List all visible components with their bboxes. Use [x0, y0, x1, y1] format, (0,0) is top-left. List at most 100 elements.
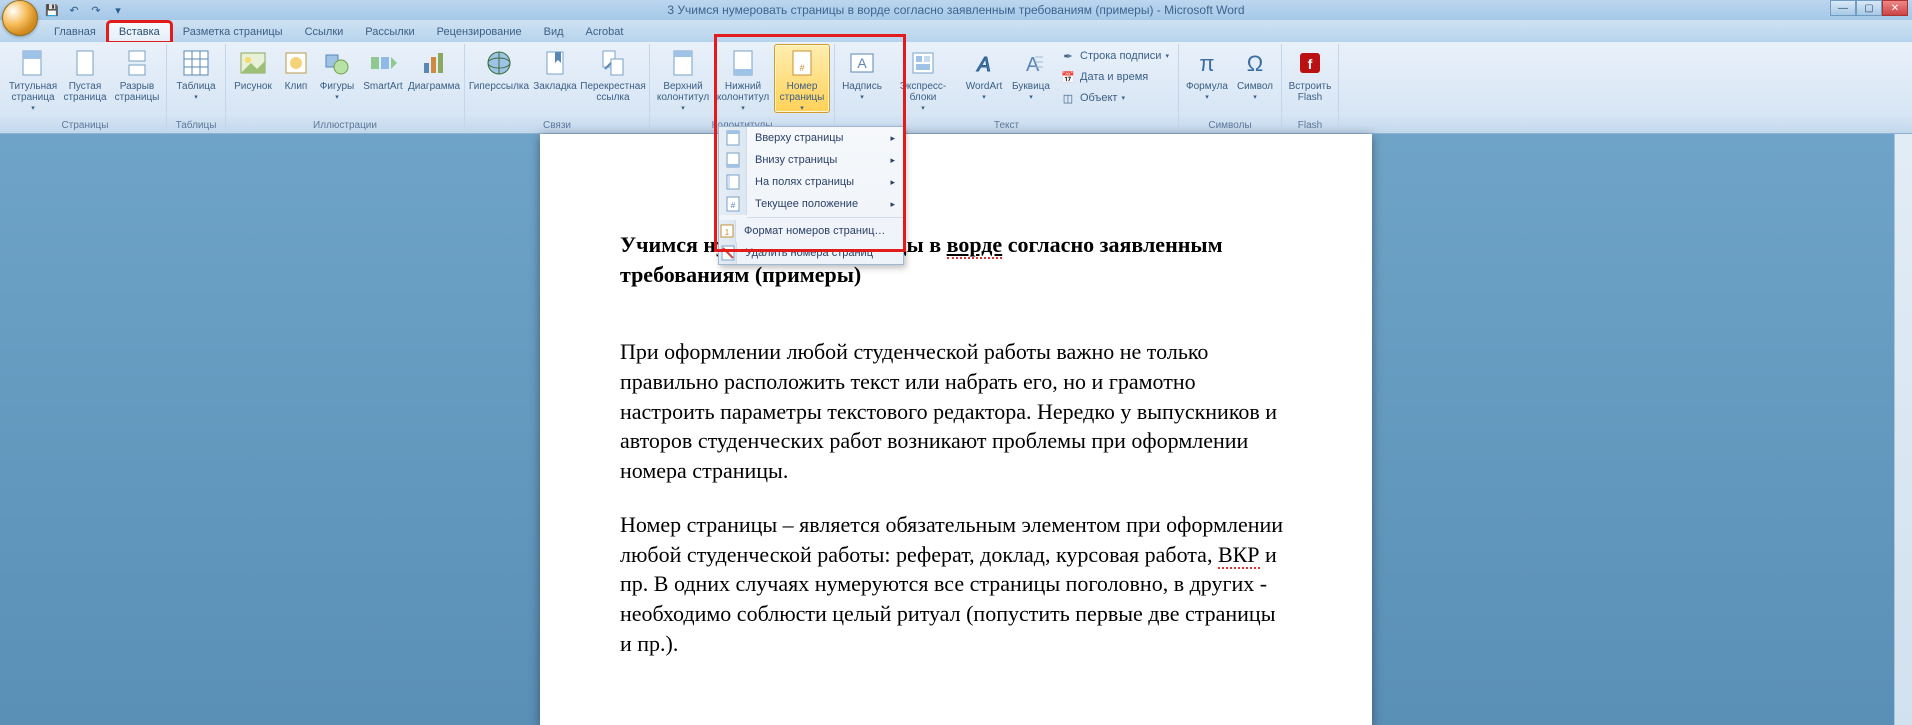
- minimize-button[interactable]: —: [1830, 0, 1856, 16]
- dd-page-margins[interactable]: На полях страницы ▸: [719, 171, 903, 193]
- maximize-button[interactable]: ▢: [1856, 0, 1882, 16]
- calendar-icon: 📅: [1060, 69, 1076, 85]
- chevron-down-icon: ▾: [800, 104, 804, 112]
- ribbon: Титульная страница▾ Пустая страница Разр…: [0, 42, 1912, 134]
- footer-button[interactable]: Нижний колонтитул▾: [714, 44, 772, 113]
- svg-text:A: A: [857, 55, 867, 71]
- crossref-button[interactable]: Перекрестная ссылка: [581, 44, 645, 104]
- chevron-down-icon: ▾: [982, 93, 986, 101]
- signature-icon: ✒: [1060, 48, 1076, 64]
- equation-button[interactable]: π Формула▾: [1183, 44, 1231, 102]
- hyperlink-button[interactable]: Гиперссылка: [469, 44, 529, 93]
- close-button[interactable]: ✕: [1882, 0, 1908, 16]
- save-icon[interactable]: 💾: [44, 2, 60, 18]
- group-tables-label: Таблицы: [171, 119, 221, 133]
- tab-mailings[interactable]: Рассылки: [355, 23, 424, 42]
- chart-button[interactable]: Диаграмма: [408, 44, 460, 93]
- object-icon: ◫: [1060, 90, 1076, 106]
- page-top-icon: [719, 127, 747, 149]
- quickparts-button[interactable]: Экспресс-блоки▾: [887, 44, 959, 113]
- page-margins-icon: [719, 171, 747, 193]
- chevron-down-icon: ▾: [194, 93, 198, 101]
- svg-text:π: π: [1199, 51, 1214, 76]
- svg-text:1: 1: [725, 228, 730, 237]
- doc-paragraph: При оформлении любой студенческой работы…: [620, 337, 1292, 485]
- quickparts-icon: [907, 47, 939, 79]
- tab-insert[interactable]: Вставка: [108, 22, 171, 42]
- hyperlink-icon: [483, 47, 515, 79]
- tab-review[interactable]: Рецензирование: [427, 23, 532, 42]
- flash-icon: f: [1294, 47, 1326, 79]
- table-button[interactable]: Таблица▾: [171, 44, 221, 102]
- format-numbers-icon: 1: [719, 220, 736, 242]
- page-number-button[interactable]: # Номер страницы▾: [774, 44, 830, 113]
- tab-home[interactable]: Главная: [44, 23, 106, 42]
- window-title: 3 Учимся нумеровать страницы в ворде сог…: [667, 3, 1244, 17]
- menu-separator: [747, 217, 903, 218]
- group-illustrations-label: Иллюстрации: [230, 119, 460, 133]
- quick-access-toolbar: 💾 ↶ ↷ ▾: [44, 2, 126, 18]
- dd-current-position[interactable]: # Текущее положение ▸: [719, 193, 903, 215]
- qat-more-icon[interactable]: ▾: [110, 2, 126, 18]
- dd-remove-numbers[interactable]: Удалить номера страниц: [719, 242, 903, 264]
- chevron-down-icon: ▾: [31, 104, 35, 112]
- spelling-underline: ворде: [947, 232, 1003, 259]
- page-break-button[interactable]: Разрыв страницы: [112, 44, 162, 104]
- dropcap-icon: A: [1015, 47, 1047, 79]
- office-button[interactable]: [2, 0, 38, 36]
- group-flash-label: Flash: [1286, 119, 1334, 133]
- shapes-icon: [321, 47, 353, 79]
- table-icon: [180, 47, 212, 79]
- date-time-button[interactable]: 📅Дата и время: [1055, 67, 1174, 87]
- picture-icon: [237, 47, 269, 79]
- tab-page-layout[interactable]: Разметка страницы: [173, 23, 293, 42]
- chart-icon: [418, 47, 450, 79]
- cover-page-button[interactable]: Титульная страница▾: [8, 44, 58, 113]
- vertical-scrollbar[interactable]: [1894, 134, 1912, 725]
- tab-references[interactable]: Ссылки: [295, 23, 354, 42]
- tab-acrobat[interactable]: Acrobat: [576, 23, 634, 42]
- page-number-dropdown: Вверху страницы ▸ Внизу страницы ▸ На по…: [718, 126, 904, 265]
- smartart-button[interactable]: SmartArt: [360, 44, 406, 93]
- chevron-down-icon: ▾: [1029, 93, 1033, 101]
- group-links-label: Связи: [469, 119, 645, 133]
- dd-bottom-of-page[interactable]: Внизу страницы ▸: [719, 149, 903, 171]
- symbol-button[interactable]: Ω Символ▾: [1233, 44, 1277, 102]
- spelling-underline: ВКР: [1218, 542, 1260, 569]
- svg-text:#: #: [799, 63, 804, 73]
- document-page[interactable]: Учимся нумеровать страницы в ворде согла…: [540, 134, 1372, 725]
- wordart-button[interactable]: A WordArt▾: [961, 44, 1007, 102]
- undo-icon[interactable]: ↶: [66, 2, 82, 18]
- textbox-button[interactable]: A Надпись▾: [839, 44, 885, 102]
- smartart-icon: [367, 47, 399, 79]
- crossref-icon: [597, 47, 629, 79]
- group-headerfooter: Верхний колонтитул▾ Нижний колонтитул▾ #…: [650, 44, 835, 133]
- dd-format-numbers[interactable]: 1 Формат номеров страниц…: [719, 220, 903, 242]
- blank-page-button[interactable]: Пустая страница: [60, 44, 110, 104]
- group-pages-label: Страницы: [8, 119, 162, 133]
- svg-text:A: A: [976, 54, 990, 76]
- redo-icon[interactable]: ↷: [88, 2, 104, 18]
- chevron-down-icon: ▾: [860, 93, 864, 101]
- bookmark-button[interactable]: Закладка: [531, 44, 579, 93]
- remove-numbers-icon: [719, 242, 737, 264]
- header-icon: [667, 47, 699, 79]
- document-area: Учимся нумеровать страницы в ворде согла…: [0, 134, 1912, 725]
- picture-button[interactable]: Рисунок: [230, 44, 276, 93]
- shapes-button[interactable]: Фигуры▾: [316, 44, 358, 102]
- dropcap-button[interactable]: A Буквица▾: [1009, 44, 1053, 102]
- object-button[interactable]: ◫Объект ▾: [1055, 88, 1174, 108]
- dd-top-of-page[interactable]: Вверху страницы ▸: [719, 127, 903, 149]
- symbol-icon: Ω: [1239, 47, 1271, 79]
- clipart-button[interactable]: Клип: [278, 44, 314, 93]
- bookmark-icon: [539, 47, 571, 79]
- signature-line-button[interactable]: ✒Строка подписи ▾: [1055, 46, 1174, 66]
- tab-view[interactable]: Вид: [534, 23, 574, 42]
- group-pages: Титульная страница▾ Пустая страница Разр…: [4, 44, 167, 133]
- header-button[interactable]: Верхний колонтитул▾: [654, 44, 712, 113]
- chevron-down-icon: ▾: [921, 104, 925, 112]
- submenu-arrow-icon: ▸: [890, 177, 895, 188]
- group-symbols-label: Символы: [1183, 119, 1277, 133]
- chevron-down-icon: ▾: [741, 104, 745, 112]
- flash-button[interactable]: f Встроить Flash: [1286, 44, 1334, 104]
